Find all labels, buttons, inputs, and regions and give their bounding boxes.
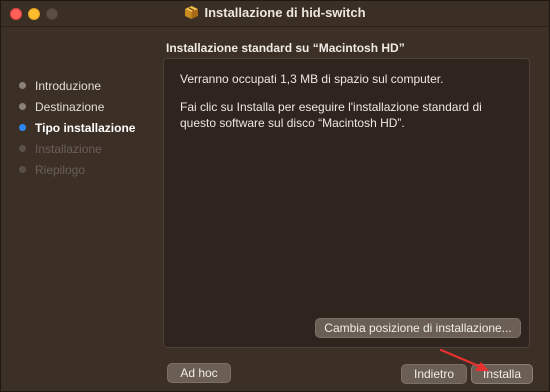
step-tipo-installazione: Tipo installazione	[19, 121, 135, 142]
disk-space-text: Verranno occupati 1,3 MB di spazio sul c…	[180, 72, 444, 86]
installer-steps-sidebar: Introduzione Destinazione Tipo installaz…	[19, 79, 135, 184]
customize-button[interactable]: Ad hoc	[167, 363, 231, 383]
install-instructions-text: Fai clic su Installa per eseguire l'inst…	[180, 100, 482, 130]
window-title: Installazione di hid-switch	[204, 5, 366, 20]
step-label: Tipo installazione	[35, 121, 136, 135]
install-subtitle: Installazione standard su “Macintosh HD”	[166, 41, 405, 55]
change-install-location-button[interactable]: Cambia posizione di installazione...	[315, 318, 521, 338]
content-panel: Verranno occupati 1,3 MB di spazio sul c…	[163, 58, 530, 348]
annotation-arrow-icon	[439, 348, 489, 371]
step-introduzione: Introduzione	[19, 79, 135, 100]
step-label: Riepilogo	[35, 163, 86, 177]
step-label: Destinazione	[35, 100, 105, 114]
package-icon	[185, 6, 199, 19]
window-title-area: Installazione di hid-switch	[1, 5, 549, 20]
step-bullet-icon	[19, 166, 26, 173]
step-label: Introduzione	[35, 79, 102, 93]
title-bar[interactable]: Installazione di hid-switch	[1, 1, 549, 27]
step-destinazione: Destinazione	[19, 100, 135, 121]
step-bullet-icon	[19, 145, 26, 152]
step-installazione: Installazione	[19, 142, 135, 163]
step-label: Installazione	[35, 142, 102, 156]
step-bullet-icon	[19, 124, 26, 131]
step-bullet-icon	[19, 103, 26, 110]
installer-window: Installazione di hid-switch Installazion…	[0, 0, 550, 392]
step-riepilogo: Riepilogo	[19, 163, 135, 184]
step-bullet-icon	[19, 82, 26, 89]
